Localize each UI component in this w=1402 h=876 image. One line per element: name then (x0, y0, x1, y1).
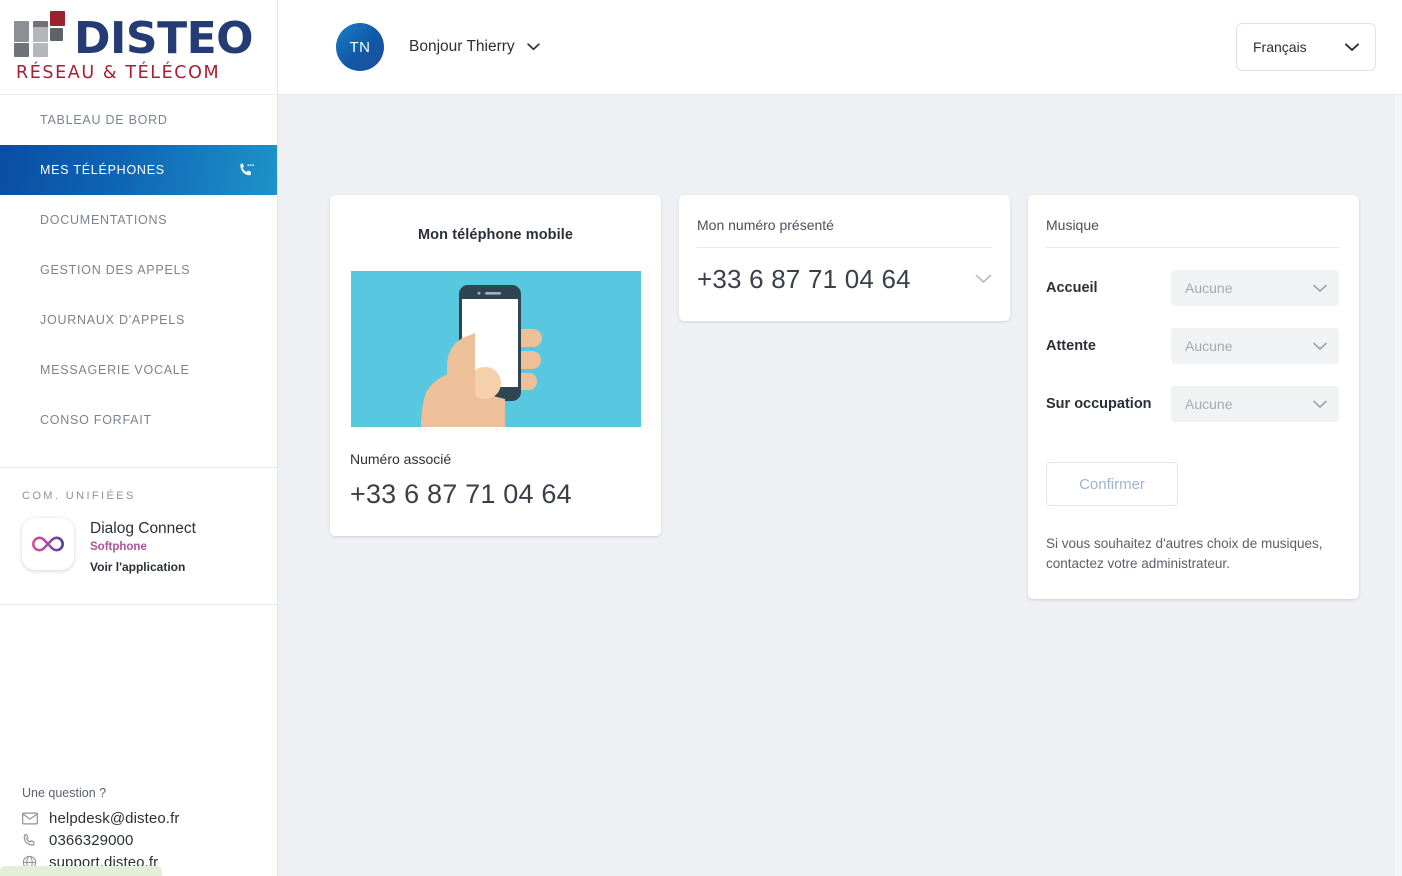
content-area: Mon téléphone mobile Numéro associé +33 … (278, 95, 1402, 876)
infinity-icon (22, 518, 74, 570)
card-title-musique: Musique (1046, 217, 1339, 248)
sidebar-section-title: COM. UNIFIÉES (22, 490, 136, 502)
chevron-down-icon (975, 271, 992, 289)
app-open-link[interactable]: Voir l'application (90, 560, 196, 574)
app-name: Dialog Connect (90, 520, 196, 537)
logo-wordmark: DISTEO (74, 12, 254, 64)
music-select-attente-value: Aucune (1185, 338, 1233, 354)
sidebar-nav: TABLEAU DE BORD MES TÉLÉPHONES DOCUMENTA… (0, 95, 277, 445)
card-mon-numero-presente: Mon numéro présenté +33 6 87 71 04 64 (679, 195, 1010, 321)
phone-icon (22, 833, 44, 848)
presented-number-select[interactable]: +33 6 87 71 04 64 (697, 248, 992, 295)
logo-tagline: RÉSEAU & TÉLÉCOM (16, 63, 221, 83)
music-select-accueil[interactable]: Aucune (1171, 270, 1339, 306)
music-row-accueil: Accueil Aucune (1046, 270, 1339, 306)
sidebar-item-label: DOCUMENTATIONS (40, 213, 168, 227)
chevron-down-icon (1313, 338, 1327, 354)
avatar: TN (336, 23, 384, 71)
chevron-down-icon (1313, 280, 1327, 296)
chevron-down-icon[interactable] (527, 43, 540, 51)
sidebar-item-label: MESSAGERIE VOCALE (40, 363, 190, 377)
music-label-accueil: Accueil (1046, 280, 1098, 296)
sidebar-item-label: TABLEAU DE BORD (40, 113, 168, 127)
sidebar-item-messagerie-vocale[interactable]: MESSAGERIE VOCALE (0, 345, 277, 395)
card-musique: Musique Accueil Aucune Attente Aucune Su… (1028, 195, 1359, 599)
bottom-notification-bar (0, 866, 162, 876)
sidebar-item-conso-forfait[interactable]: CONSO FORFAIT (0, 395, 277, 445)
sidebar-item-documentations[interactable]: DOCUMENTATIONS (0, 195, 277, 245)
associated-number-value: +33 6 87 71 04 64 (350, 479, 572, 509)
app-kind-badge: Softphone (90, 541, 147, 554)
card-title-mobile: Mon téléphone mobile (417, 227, 574, 243)
chevron-down-icon (1345, 39, 1359, 55)
greeting-text: Bonjour Thierry (409, 38, 515, 55)
main-area: TN Bonjour Thierry Français Mon téléphon… (278, 0, 1402, 876)
music-select-sur-occupation[interactable]: Aucune (1171, 386, 1339, 422)
sidebar-item-journaux-dappels[interactable]: JOURNAUX D'APPELS (0, 295, 277, 345)
sidebar-item-gestion-des-appels[interactable]: GESTION DES APPELS (0, 245, 277, 295)
music-select-sur-occupation-value: Aucune (1185, 396, 1233, 412)
associated-number-label: Numéro associé (350, 451, 452, 467)
music-hint-text: Si vous souhaitez d'autres choix de musi… (1046, 536, 1323, 572)
contact-phone-text: 0366329000 (49, 832, 134, 849)
presented-number-value: +33 6 87 71 04 64 (697, 264, 911, 294)
card-mon-telephone-mobile: Mon téléphone mobile Numéro associé +33 … (330, 195, 661, 536)
sidebar-item-label: CONSO FORFAIT (40, 413, 152, 427)
sidebar: DISTEO RÉSEAU & TÉLÉCOM TABLEAU DE BORD … (0, 0, 278, 876)
language-value: Français (1253, 39, 1307, 55)
sidebar-item-label: GESTION DES APPELS (40, 263, 191, 277)
sidebar-item-label: JOURNAUX D'APPELS (40, 313, 186, 327)
sidebar-item-mes-telephones[interactable]: MES TÉLÉPHONES (0, 145, 277, 195)
contact-email-text: helpdesk@disteo.fr (49, 810, 180, 827)
brand-logo[interactable]: DISTEO RÉSEAU & TÉLÉCOM (0, 0, 277, 95)
user-menu[interactable]: TN Bonjour Thierry (336, 23, 540, 71)
topbar: TN Bonjour Thierry Français (278, 0, 1402, 95)
chevron-down-icon (1313, 396, 1327, 412)
contact-phone[interactable]: 0366329000 (22, 832, 277, 849)
card-title-presented-number: Mon numéro présenté (697, 217, 992, 248)
vertical-scrollbar[interactable] (1393, 95, 1402, 876)
sidebar-item-label: MES TÉLÉPHONES (40, 163, 165, 177)
app-root: DISTEO RÉSEAU & TÉLÉCOM TABLEAU DE BORD … (0, 0, 1402, 876)
contact-email[interactable]: helpdesk@disteo.fr (22, 810, 277, 827)
music-select-accueil-value: Aucune (1185, 280, 1233, 296)
phone-call-icon (237, 161, 255, 179)
mail-icon (22, 812, 44, 825)
confirm-button[interactable]: Confirmer (1046, 462, 1178, 506)
sidebar-item-tableau-de-bord[interactable]: TABLEAU DE BORD (0, 95, 277, 145)
logo-squares-icon (14, 11, 68, 57)
help-question: Une question ? (22, 786, 107, 800)
hand-holding-smartphone-illustration (350, 271, 641, 427)
music-row-attente: Attente Aucune (1046, 328, 1339, 364)
language-selector[interactable]: Français (1236, 23, 1376, 71)
sidebar-footer: Une question ? helpdesk@disteo.fr 036632… (0, 786, 277, 876)
music-row-sur-occupation: Sur occupation Aucune (1046, 386, 1339, 422)
music-label-sur-occupation: Sur occupation (1046, 396, 1152, 412)
app-card-dialog-connect[interactable]: Dialog Connect Softphone Voir l'applicat… (0, 518, 277, 574)
greeting-label: Bonjour Thierry (409, 38, 540, 56)
music-label-attente: Attente (1046, 338, 1096, 354)
music-select-attente[interactable]: Aucune (1171, 328, 1339, 364)
